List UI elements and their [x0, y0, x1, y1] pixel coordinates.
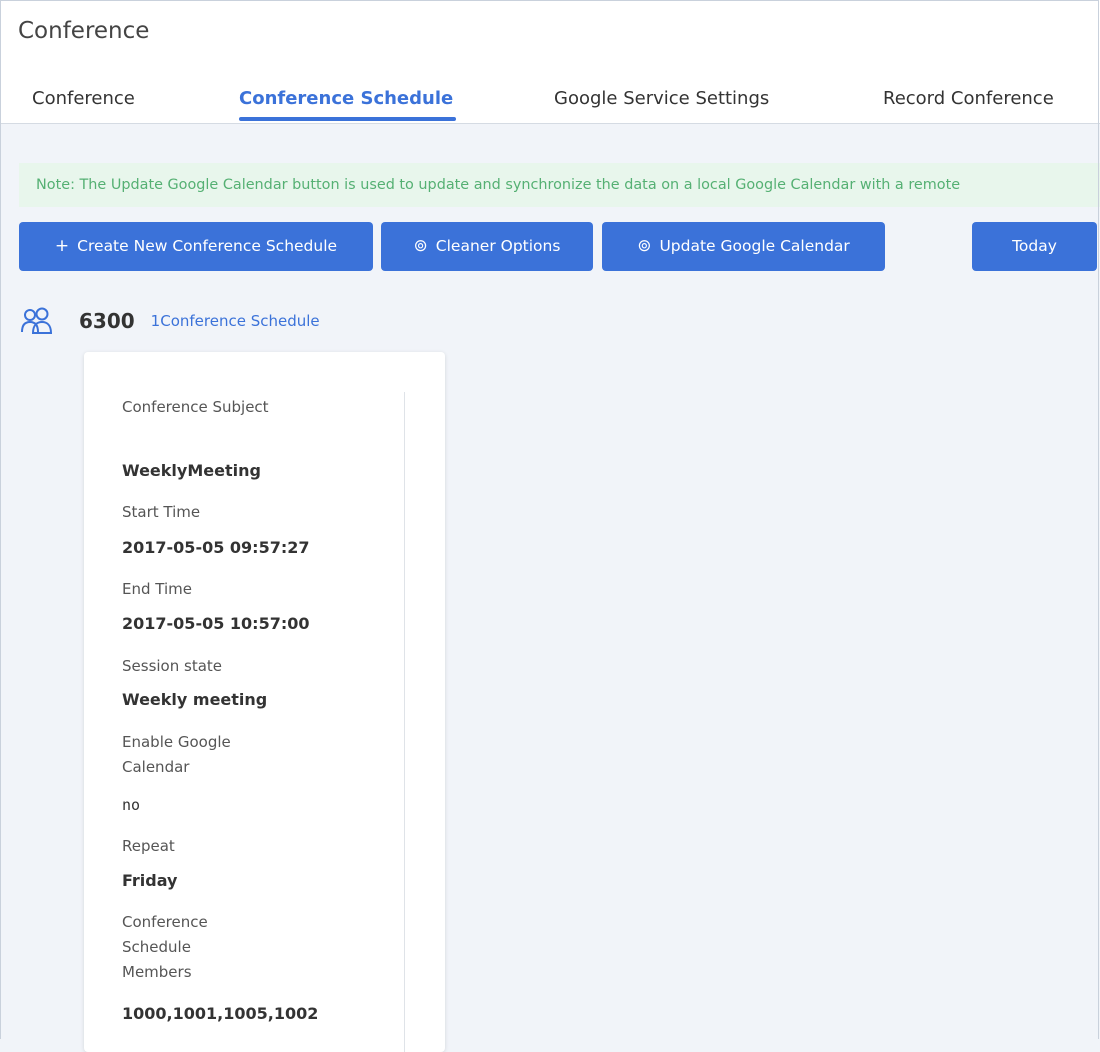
field-value-repeat: Friday — [122, 871, 178, 890]
tab-record-conference[interactable]: Record Conference — [883, 88, 1054, 109]
field-label-session-state: Session state — [122, 657, 222, 675]
field-value-enable-google-calendar: no — [122, 796, 141, 814]
create-button-label: Create New Conference Schedule — [77, 237, 338, 255]
conference-number: 6300 — [79, 309, 135, 333]
field-label-start-time: Start Time — [122, 503, 201, 521]
users-icon — [21, 307, 53, 334]
field-value-start-time: 2017-05-05 09:57:27 — [122, 538, 310, 557]
update-button-label: Update Google Calendar — [659, 237, 850, 255]
today-button[interactable]: Today — [972, 222, 1097, 271]
update-google-calendar-button[interactable]: ⊚ Update Google Calendar — [602, 222, 885, 271]
page-header: Conference Conference Conference Schedul… — [0, 0, 1100, 124]
settings-icon: ⊚ — [413, 236, 428, 256]
conference-room-header: 6300 1Conference Schedule — [20, 304, 320, 338]
settings-icon: ⊚ — [637, 236, 652, 256]
tab-conference[interactable]: Conference — [32, 88, 135, 109]
card-divider — [404, 392, 405, 1052]
field-value-conference-schedule-members: 1000,1001,1005,1002 — [122, 1004, 319, 1023]
field-value-end-time: 2017-05-05 10:57:00 — [122, 614, 310, 633]
schedule-count-link[interactable]: 1Conference Schedule — [151, 312, 320, 330]
page-title: Conference — [18, 18, 150, 44]
cleaner-options-button[interactable]: ⊚ Cleaner Options — [381, 222, 593, 271]
field-label-end-time: End Time — [122, 580, 192, 598]
field-value-conference-subject: WeeklyMeeting — [122, 461, 261, 480]
cleaner-button-label: Cleaner Options — [435, 237, 561, 255]
field-value-session-state: Weekly meeting — [122, 690, 268, 709]
google-calendar-note: Note: The Update Google Calendar button … — [19, 163, 1100, 207]
plus-icon: + — [54, 236, 70, 256]
conference-schedule-card[interactable]: Conference Subject WeeklyMeeting Start T… — [84, 352, 445, 1052]
field-label-repeat: Repeat — [122, 837, 175, 855]
field-label-enable-google-calendar: Enable Google Calendar — [122, 733, 231, 776]
tab-conference-schedule[interactable]: Conference Schedule — [239, 88, 453, 109]
create-new-conference-schedule-button[interactable]: + Create New Conference Schedule — [19, 222, 373, 271]
tab-google-service-settings[interactable]: Google Service Settings — [554, 88, 769, 109]
field-label-conference-subject: Conference Subject — [122, 398, 269, 416]
active-tab-indicator — [239, 117, 456, 121]
field-label-conference-schedule-members: Conference Schedule Members — [122, 913, 208, 981]
